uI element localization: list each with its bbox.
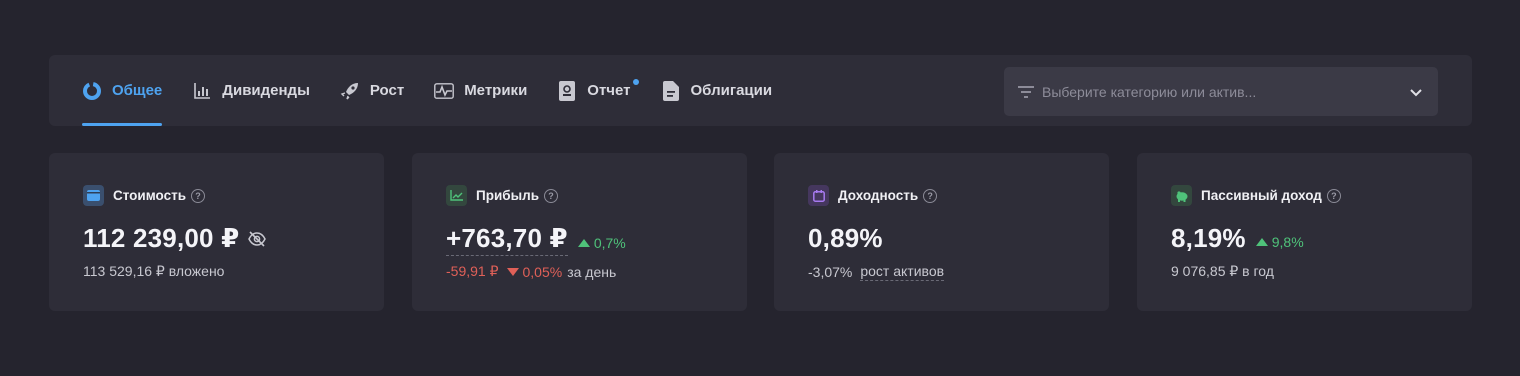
wallet-icon	[83, 185, 104, 206]
tab-list: Общее Дивиденды Рост Метрики Отчет Облиг…	[82, 55, 802, 126]
select-placeholder: Выберите категорию или актив...	[1042, 83, 1257, 100]
portfolio-value: 112 239,00 ₽	[83, 223, 240, 253]
help-icon[interactable]: ?	[191, 188, 206, 203]
card-title: Прибыль	[476, 188, 539, 203]
help-icon[interactable]: ?	[544, 188, 558, 203]
tab-bonds[interactable]: Облигации	[661, 55, 773, 126]
asset-category-select[interactable]: Выберите категорию или актив...	[1004, 67, 1438, 116]
document-icon	[661, 80, 681, 101]
tab-dividends[interactable]: Дивиденды	[192, 55, 310, 126]
tab-label: Рост	[369, 82, 405, 99]
tab-label: Общее	[112, 82, 163, 99]
donut-chart-icon	[82, 81, 102, 101]
help-icon[interactable]: ?	[1326, 188, 1341, 203]
asset-growth: -3,07% рост активов	[808, 263, 945, 281]
notification-dot	[632, 79, 639, 85]
day-change-percent: 0,05%	[522, 263, 563, 280]
yearly-income: 9 076,85 ₽ в год	[1171, 263, 1274, 279]
help-icon[interactable]: ?	[923, 188, 938, 203]
filter-icon	[1018, 83, 1036, 101]
arrow-down-icon	[506, 267, 519, 276]
asset-growth-link[interactable]: рост активов	[860, 263, 945, 281]
portfolio-value-card: Стоимость ? 112 239,00 ₽ 113 529,16 ₽ вл…	[49, 153, 384, 311]
card-title: Доходность	[838, 188, 919, 203]
bar-chart-icon	[192, 81, 212, 101]
tab-general[interactable]: Общее	[82, 55, 163, 126]
piggy-bank-icon	[1171, 185, 1192, 206]
passive-income-change-percent: 9,8%	[1271, 233, 1304, 250]
day-change: -59,91 ₽ 0,05% за день	[446, 263, 616, 280]
hide-value-icon[interactable]	[247, 229, 267, 249]
invested-amount: 113 529,16 ₽ вложено	[83, 263, 225, 279]
yield-card: Доходность ? 0,89% -3,07% рост активов	[774, 153, 1109, 311]
passive-income-change: 9,8%	[1255, 233, 1304, 250]
tab-label: Облигации	[690, 82, 773, 99]
tab-label: Отчет	[587, 82, 631, 99]
pulse-icon	[434, 81, 455, 101]
tab-label: Дивиденды	[222, 82, 310, 99]
profit-card: Прибыль ? +763,70 ₽ 0,7% -59,91 ₽ 0,05% …	[412, 153, 747, 311]
day-change-amount: -59,91 ₽	[446, 263, 499, 279]
tab-growth[interactable]: Рост	[340, 55, 404, 126]
arrow-up-icon	[1255, 237, 1268, 246]
line-chart-icon	[446, 185, 467, 206]
passive-income-card: Пассивный доход ? 8,19% 9,8% 9 076,85 ₽ …	[1137, 153, 1472, 311]
yield-value: 0,89%	[808, 223, 883, 253]
passive-income-value: 8,19%	[1171, 223, 1246, 253]
arrow-up-icon	[577, 238, 590, 247]
card-title: Пассивный доход	[1201, 188, 1322, 203]
tab-report[interactable]: Отчет	[557, 55, 639, 126]
day-label: за день	[567, 263, 617, 280]
card-title: Стоимость	[113, 188, 187, 203]
tab-label: Метрики	[464, 82, 528, 99]
chevron-down-icon	[1408, 84, 1424, 100]
rocket-icon	[340, 81, 360, 101]
profit-change: 0,7%	[577, 234, 626, 251]
navigation-bar: Общее Дивиденды Рост Метрики Отчет Облиг…	[49, 55, 1472, 126]
profit-value[interactable]: +763,70 ₽	[446, 223, 568, 256]
tab-metrics[interactable]: Метрики	[434, 55, 527, 126]
report-icon	[557, 80, 577, 101]
asset-growth-value: -3,07%	[808, 264, 853, 280]
calendar-icon	[808, 185, 829, 206]
profit-change-percent: 0,7%	[593, 234, 626, 251]
